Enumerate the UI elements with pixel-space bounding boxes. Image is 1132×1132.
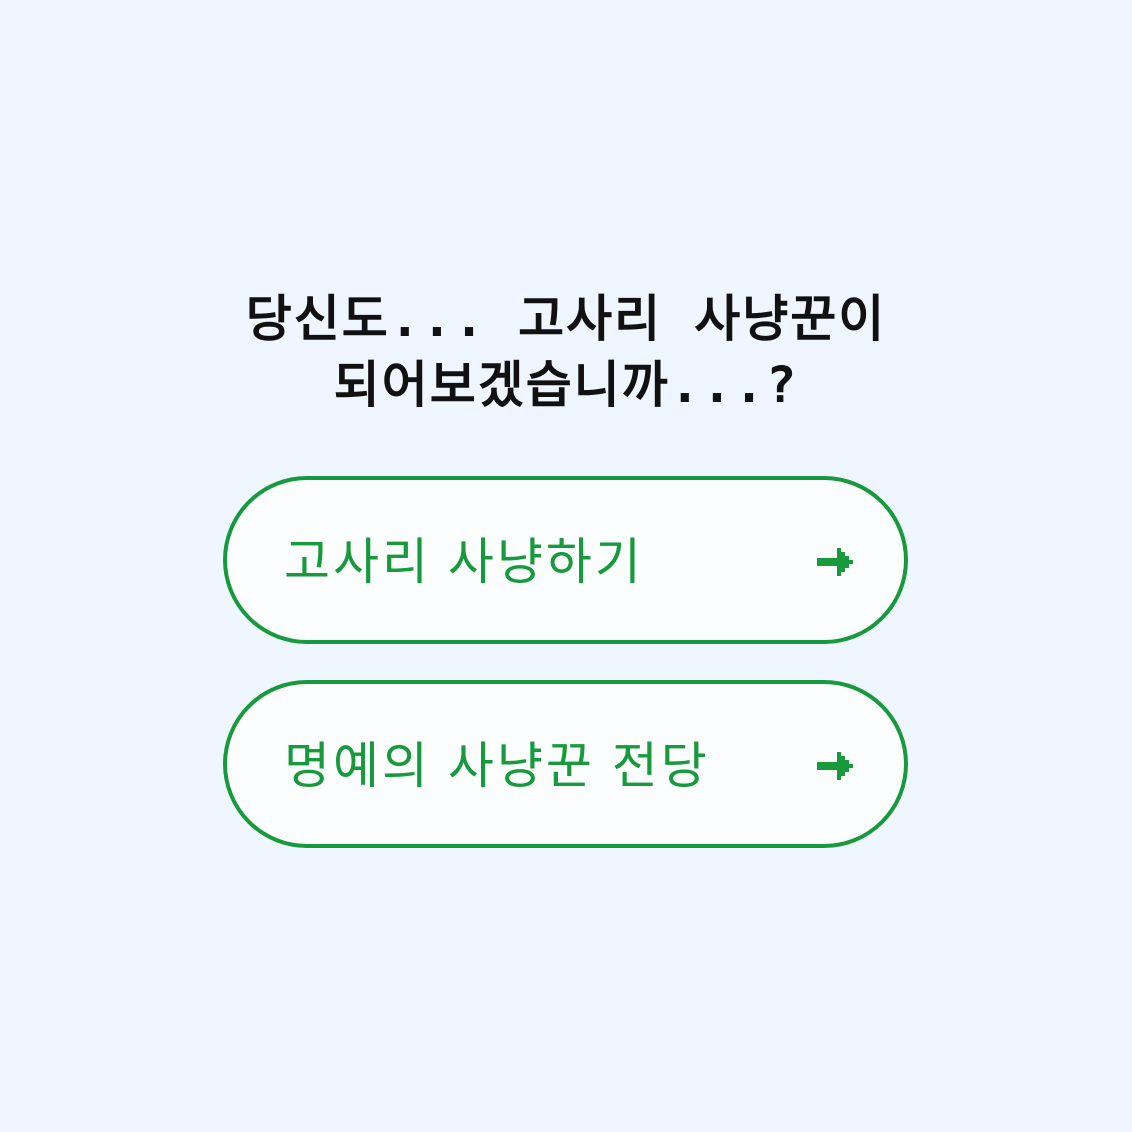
hall-of-fame-button[interactable]: 명예의 사냥꾼 전당 xyxy=(223,680,908,848)
arrow-right-icon xyxy=(817,752,853,780)
hunt-fern-button[interactable]: 고사리 사냥하기 xyxy=(223,476,908,644)
prompt-line-1: 당신도... 고사리 사냥꾼이 xyxy=(245,289,887,348)
hall-of-fame-button-label: 명예의 사냥꾼 전당 xyxy=(284,738,710,794)
main-menu-screen: 당신도... 고사리 사냥꾼이 되어보겠습니까...? 고사리 사냥하기 명예의… xyxy=(0,0,1132,1132)
arrow-right-icon xyxy=(817,548,853,576)
prompt-line-2: 되어보겠습니까...? xyxy=(333,355,799,414)
hunt-fern-button-label: 고사리 사냥하기 xyxy=(284,534,644,590)
prompt-heading: 당신도... 고사리 사냥꾼이 되어보겠습니까...? xyxy=(166,286,966,418)
